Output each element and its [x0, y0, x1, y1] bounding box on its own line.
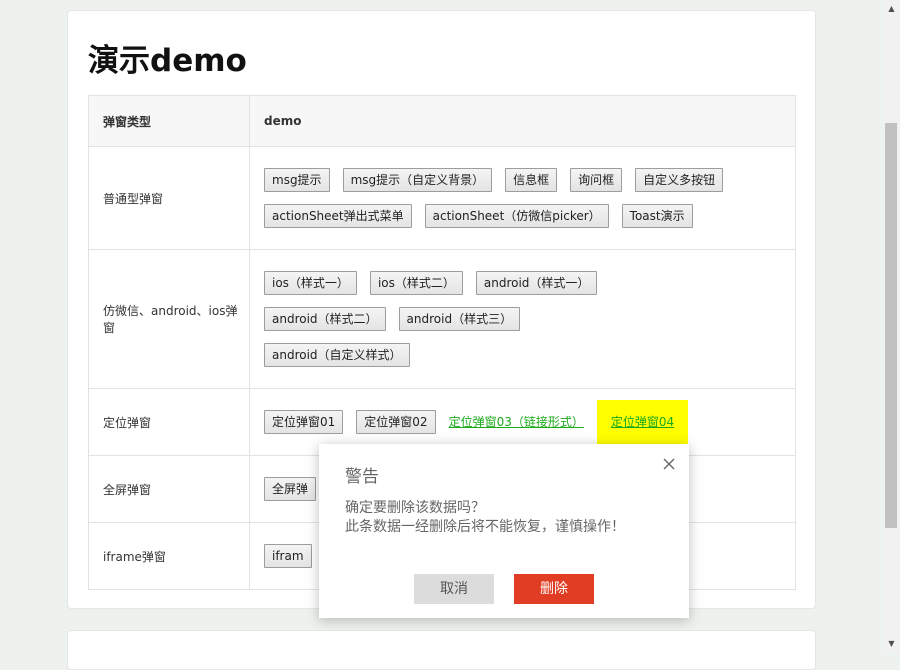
- warning-dialog: 警告 确定要删除该数据吗？ 此条数据一经删除后将不能恢复，谨慎操作！ 取消 删除: [319, 444, 689, 618]
- position-popup-04-link[interactable]: 定位弹窗04: [596, 400, 689, 444]
- table-row: 仿微信、android、ios弹窗 ios（样式一） ios（样式二） andr…: [88, 249, 796, 389]
- row-type-label: 仿微信、android、ios弹窗: [88, 249, 250, 389]
- row-type-label: 普通型弹窗: [88, 146, 250, 250]
- position-popup-01-button[interactable]: 定位弹窗01: [264, 410, 344, 434]
- confirm-box-button[interactable]: 询问框: [570, 168, 623, 192]
- header-type: 弹窗类型: [88, 95, 250, 147]
- iframe-popup-button[interactable]: ifram: [264, 544, 312, 568]
- table-header-row: 弹窗类型 demo: [88, 95, 796, 147]
- close-icon[interactable]: [661, 456, 677, 472]
- android-custom-button[interactable]: android（自定义样式）: [264, 343, 410, 367]
- row-type-label: 定位弹窗: [88, 388, 250, 456]
- scroll-down-icon[interactable]: ▼: [883, 635, 900, 652]
- row-demo-cell: ios（样式一） ios（样式二） android（样式一） android（样…: [249, 249, 796, 389]
- table-row: 普通型弹窗 msg提示 msg提示（自定义背景） 信息框 询问框 自定义多按钮 …: [88, 146, 796, 250]
- ios-style1-button[interactable]: ios（样式一）: [264, 271, 357, 295]
- dialog-message-line1: 确定要删除该数据吗？: [345, 500, 485, 516]
- msg-custom-bg-button[interactable]: msg提示（自定义背景）: [342, 168, 493, 192]
- action-sheet-picker-button[interactable]: actionSheet（仿微信picker）: [424, 204, 609, 228]
- ios-style2-button[interactable]: ios（样式二）: [369, 271, 463, 295]
- action-sheet-menu-button[interactable]: actionSheet弹出式菜单: [264, 204, 412, 228]
- dialog-title: 警告: [345, 467, 379, 487]
- page-scrollbar[interactable]: ▲ ▼: [883, 0, 900, 652]
- row-type-label: iframe弹窗: [88, 522, 250, 590]
- header-demo: demo: [249, 95, 796, 147]
- toast-button[interactable]: Toast演示: [621, 204, 693, 228]
- scroll-up-icon[interactable]: ▲: [883, 0, 900, 17]
- fullscreen-popup-button[interactable]: 全屏弹: [264, 477, 317, 501]
- page-title: 演示demo: [88, 43, 247, 79]
- row-type-label: 全屏弹窗: [88, 455, 250, 523]
- msg-button[interactable]: msg提示: [264, 168, 330, 192]
- row-demo-cell: msg提示 msg提示（自定义背景） 信息框 询问框 自定义多按钮 action…: [249, 146, 796, 250]
- cancel-button[interactable]: 取消: [414, 574, 494, 604]
- android-style1-button[interactable]: android（样式一）: [475, 271, 598, 295]
- info-box-button[interactable]: 信息框: [505, 168, 558, 192]
- dialog-message-line2: 此条数据一经删除后将不能恢复，谨慎操作！: [345, 519, 625, 535]
- position-popup-03-link[interactable]: 定位弹窗03（链接形式）: [449, 410, 584, 434]
- position-popup-02-button[interactable]: 定位弹窗02: [356, 410, 436, 434]
- android-style2-button[interactable]: android（样式二）: [264, 307, 386, 331]
- delete-button[interactable]: 删除: [514, 574, 594, 604]
- dialog-message: 确定要删除该数据吗？ 此条数据一经删除后将不能恢复，谨慎操作！: [345, 499, 625, 537]
- next-card: [67, 630, 816, 670]
- custom-multi-button[interactable]: 自定义多按钮: [635, 168, 724, 192]
- android-style3-button[interactable]: android（样式三）: [398, 307, 521, 331]
- scrollbar-thumb[interactable]: [885, 123, 897, 528]
